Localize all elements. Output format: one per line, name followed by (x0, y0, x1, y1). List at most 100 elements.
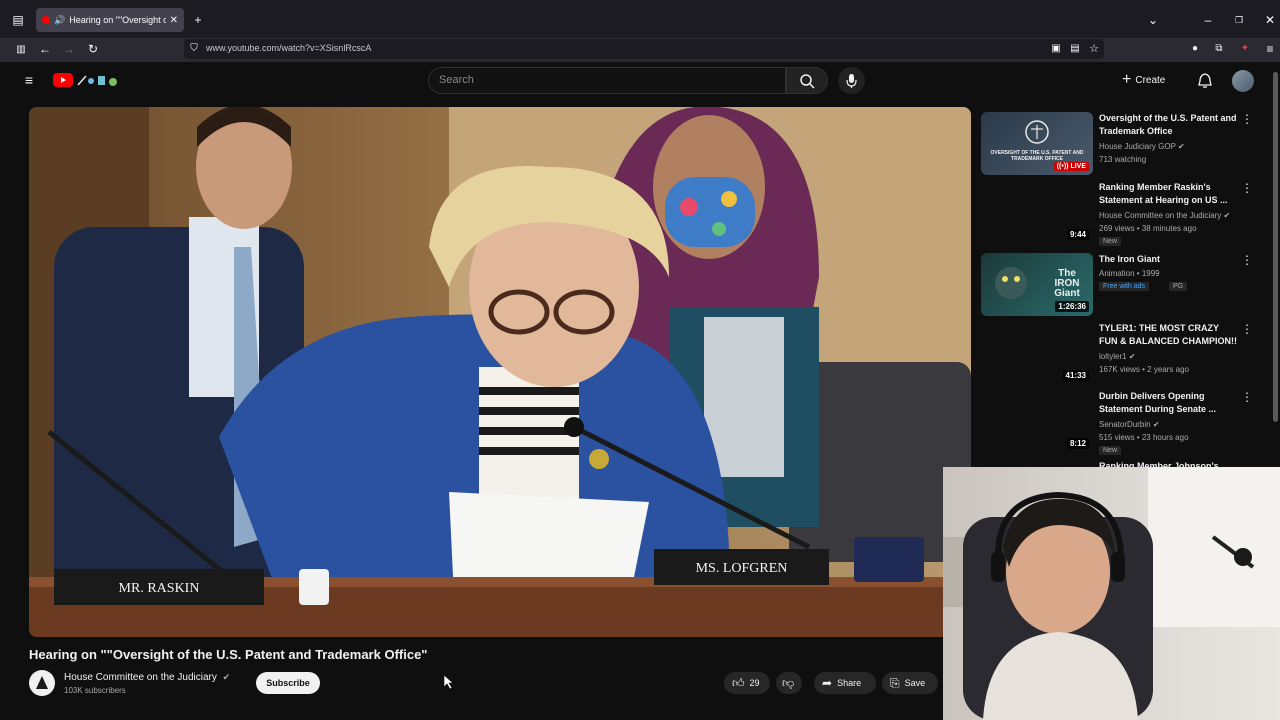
thumbnail-caption: The IRON Giant (1054, 268, 1080, 299)
recommendation-item[interactable]: OVERSIGHT OF THE U.S. PATENT AND TRADEMA… (981, 112, 1256, 178)
youtube-logo-icon[interactable] (53, 73, 73, 87)
close-tab-icon[interactable]: ✕ (170, 15, 178, 26)
url-text[interactable]: www.youtube.com/watch?v=XSisnlRcscA (206, 43, 371, 53)
more-options-icon[interactable]: ⋮ (1241, 322, 1253, 336)
sidebar-toggle-icon[interactable]: ▥ (13, 43, 29, 57)
forward-icon[interactable]: → (61, 42, 77, 56)
back-icon[interactable]: ← (37, 42, 53, 56)
recommendation-item[interactable]: 9:44 Ranking Member Raskin's Statement a… (981, 181, 1256, 247)
create-label: Create (1135, 74, 1166, 86)
voice-search-button[interactable] (838, 67, 865, 94)
channel-name[interactable]: House Committee on the Judiciary ✔ (64, 672, 230, 683)
thumbnail-caption: OVERSIGHT OF THE U.S. PATENT AND TRADEMA… (990, 150, 1084, 162)
site-info-icon[interactable]: ⛉ (186, 42, 202, 56)
account-icon[interactable]: ● (1187, 42, 1203, 56)
more-options-icon[interactable]: ⋮ (1241, 112, 1253, 126)
more-options-icon[interactable]: ⋮ (1241, 181, 1253, 195)
channel-name-label: House Committee on the Judiciary (64, 672, 217, 683)
recommendation-thumbnail[interactable]: 41:33 (981, 322, 1093, 385)
save-button[interactable]: ⎘ Save (882, 672, 938, 694)
channel-label: House Judiciary GOP (1099, 142, 1176, 151)
video-player[interactable]: MR. RASKIN MS. LOFGREN (29, 107, 971, 637)
save-label: Save (904, 678, 926, 688)
recommendation-channel[interactable]: House Committee on the Judiciary ✔ (1099, 211, 1230, 220)
search-placeholder: Search (439, 74, 474, 86)
video-title: Hearing on ""Oversight of the U.S. Paten… (29, 647, 428, 662)
recommendation-meta: 167K views • 2 years ago (1099, 365, 1189, 374)
rating-badge: PG (1169, 282, 1188, 291)
picture-in-picture-icon[interactable]: ▣ (1048, 42, 1064, 56)
search-button[interactable] (786, 67, 828, 94)
verified-check-icon: ✔ (1178, 142, 1185, 151)
dislike-button[interactable]: 👎︎ (776, 672, 802, 694)
close-window-icon[interactable]: ✕ (1262, 13, 1278, 27)
new-badge: New (1099, 237, 1122, 246)
recommendation-meta: 713 watching (1099, 155, 1147, 164)
mouse-cursor-icon (443, 674, 454, 694)
recommendation-title[interactable]: Durbin Delivers Opening Statement During… (1099, 390, 1237, 416)
tab-list-icon[interactable]: ▤ (10, 13, 26, 27)
nameplate-raskin: MR. RASKIN (118, 581, 200, 596)
recommendation-title[interactable]: Ranking Member Raskin's Statement at Hea… (1099, 181, 1237, 207)
addon-icon[interactable]: ✦ (1237, 42, 1253, 56)
speaker-icon[interactable]: 🔊 (54, 15, 65, 26)
chevron-down-icon[interactable]: ⌄ (1145, 13, 1161, 27)
tab-title: Hearing on ""Oversight of t (69, 15, 166, 25)
channel-avatar[interactable] (29, 670, 55, 696)
sidebar-scrollbar[interactable] (1273, 72, 1278, 422)
recommendation-thumbnail[interactable]: 9:44 (981, 181, 1093, 244)
like-button[interactable]: 👍︎ 29 (724, 672, 770, 694)
live-badge-label: LIVE (1070, 163, 1086, 170)
menu-icon[interactable]: ≡ (1262, 42, 1278, 56)
hamburger-menu-icon[interactable]: ≡ (21, 73, 37, 87)
recommendation-thumbnail[interactable]: OVERSIGHT OF THE U.S. PATENT AND TRADEMA… (981, 112, 1093, 175)
new-tab-icon[interactable]: + (190, 13, 206, 27)
recommendation-title[interactable]: Oversight of the U.S. Patent and Tradema… (1099, 112, 1237, 138)
more-options-icon[interactable]: ⋮ (1241, 253, 1253, 267)
share-button[interactable]: ➦ Share (814, 672, 876, 694)
thumbs-down-icon: 👎︎ (782, 675, 795, 690)
reload-icon[interactable]: ↻ (85, 42, 101, 56)
youtube-favicon (42, 16, 50, 24)
recommendation-channel[interactable]: loltyler1 ✔ (1099, 352, 1136, 361)
extensions-icon[interactable]: ⧉ (1211, 42, 1227, 56)
recommendation-title[interactable]: The Iron Giant (1099, 253, 1237, 266)
recommendation-item[interactable]: 8:12 Durbin Delivers Opening Statement D… (981, 390, 1256, 456)
subscribe-button[interactable]: Subscribe (256, 672, 320, 694)
recommendation-meta: 515 views • 23 hours ago (1099, 433, 1189, 442)
notifications-bell-icon[interactable] (1197, 72, 1213, 94)
doodle-logo[interactable] (76, 73, 122, 87)
recommendation-item[interactable]: 41:33 TYLER1: THE MOST CRAZY FUN & BALAN… (981, 322, 1256, 388)
recommendation-thumbnail[interactable]: The IRON Giant 1:26:36 (981, 253, 1093, 316)
recommendation-channel[interactable]: SenatorDurbin ✔ (1099, 420, 1160, 429)
recommendation-channel[interactable]: Animation • 1999 (1099, 269, 1160, 278)
user-avatar[interactable] (1232, 70, 1254, 92)
video-duration: 1:26:36 (1055, 301, 1089, 312)
recommendation-item[interactable]: The IRON Giant 1:26:36 The Iron Giant An… (981, 253, 1256, 319)
minimize-icon[interactable]: – (1200, 13, 1216, 27)
more-options-icon[interactable]: ⋮ (1241, 390, 1253, 404)
verified-check-icon: ✔ (1128, 352, 1136, 361)
free-with-ads-badge: Free with ads (1099, 282, 1150, 291)
restore-icon[interactable]: ❐ (1231, 13, 1247, 27)
bookmark-star-icon[interactable]: ☆ (1086, 42, 1102, 56)
recommendation-title[interactable]: TYLER1: THE MOST CRAZY FUN & BALANCED CH… (1099, 322, 1237, 348)
verified-check-icon: ✔ (1223, 211, 1231, 220)
webcam-overlay (943, 467, 1280, 720)
live-badge: ((•)) LIVE (1053, 162, 1089, 171)
create-button[interactable]: + Create (1122, 70, 1165, 90)
recommendation-channel[interactable]: House Judiciary GOP ✔ (1099, 142, 1185, 151)
reader-view-icon[interactable]: ▤ (1067, 42, 1083, 56)
search-input[interactable] (428, 67, 786, 94)
microphone-icon (846, 74, 857, 88)
nameplate-lofgren: MS. LOFGREN (695, 561, 788, 576)
search-icon (800, 74, 815, 89)
video-duration: 8:12 (1066, 438, 1089, 449)
browser-tab[interactable]: 🔊 Hearing on ""Oversight of t ✕ (36, 8, 184, 32)
plus-icon: + (1122, 71, 1132, 88)
verified-check-icon: ✔ (1152, 420, 1160, 429)
channel-label: SenatorDurbin (1099, 420, 1151, 429)
recommendation-thumbnail[interactable]: 8:12 (981, 390, 1093, 453)
share-label: Share (837, 678, 862, 688)
new-badge: New (1099, 446, 1122, 455)
